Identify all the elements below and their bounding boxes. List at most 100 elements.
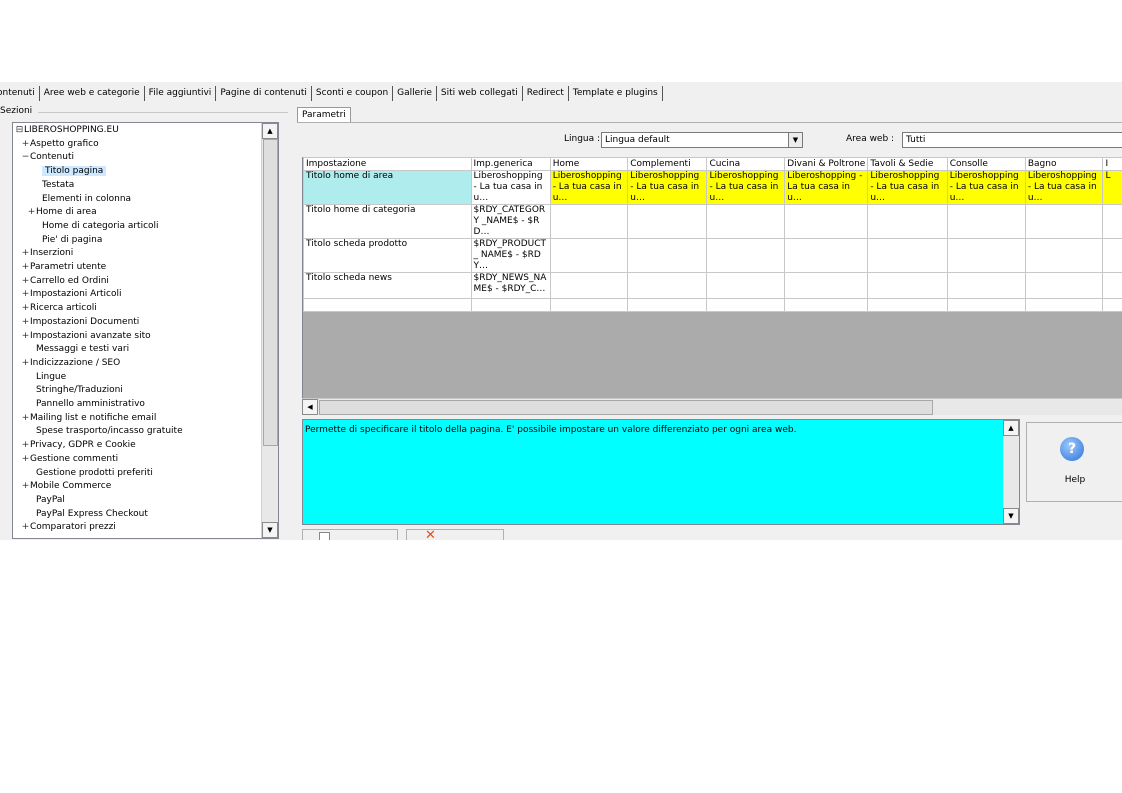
table-cell[interactable]: [1102, 238, 1122, 273]
main-tab[interactable]: Sconti e coupon: [312, 86, 394, 101]
scroll-down-icon[interactable]: ▼: [262, 522, 278, 538]
table-row[interactable]: Titolo scheda news $RDY_NEWS_NA ME$ - $RD…: [303, 272, 1122, 299]
table-row[interactable]: Titolo home di categoria $RDY_CATEGORY _N…: [303, 204, 1122, 239]
expand-icon[interactable]: +: [21, 316, 30, 329]
tree-item[interactable]: PayPal: [27, 494, 65, 507]
lingua-select[interactable]: Lingua default ▼: [601, 132, 803, 148]
table-cell[interactable]: Liberoshopping - La tua casa in u…: [1024, 170, 1104, 205]
main-tab[interactable]: Siti web collegati: [437, 86, 523, 101]
scroll-up-icon[interactable]: ▲: [1003, 420, 1019, 436]
tree-item[interactable]: +Inserzioni: [21, 247, 74, 260]
tree-item[interactable]: +Carrello ed Ordini: [21, 275, 109, 288]
delete-button[interactable]: ✕: [406, 529, 504, 540]
table-cell[interactable]: [1024, 272, 1104, 299]
table-cell[interactable]: Liberoshopping - La tua casa in u…: [784, 170, 869, 205]
table-cell[interactable]: [470, 298, 551, 312]
table-cell[interactable]: [627, 238, 708, 273]
expand-icon[interactable]: +: [21, 247, 30, 260]
main-tab[interactable]: ontenuti: [0, 86, 40, 101]
table-cell[interactable]: Liberoshopping - La tua casa in u…: [867, 170, 948, 205]
table-cell[interactable]: [549, 298, 629, 312]
table-cell[interactable]: [867, 204, 948, 239]
tree-item[interactable]: Pannello amministrativo: [27, 398, 145, 411]
tree-item[interactable]: +Comparatori prezzi: [21, 521, 116, 534]
tree-item[interactable]: +Mobile Commerce: [21, 480, 112, 493]
table-cell[interactable]: Titolo scheda prodotto: [303, 238, 472, 273]
column-header[interactable]: Divani & Poltrone: [784, 157, 869, 171]
tree-item[interactable]: +Parametri utente: [21, 261, 106, 274]
grid-scroll-thumb[interactable]: [319, 400, 933, 415]
column-header[interactable]: Bagno: [1024, 157, 1104, 171]
tree-item[interactable]: +Mailing list e notifiche email: [21, 412, 157, 425]
column-header[interactable]: Imp.generica: [470, 157, 551, 171]
table-cell[interactable]: $RDY_NEWS_NA ME$ - $RDY_C…: [470, 272, 551, 299]
table-cell[interactable]: [549, 272, 629, 299]
tree-item[interactable]: +Aspetto grafico: [21, 138, 99, 151]
table-cell[interactable]: Liberoshopping - La tua casa in u…: [470, 170, 551, 205]
tree-item[interactable]: ⊟LIBEROSHOPPING.EU: [15, 124, 119, 137]
table-cell[interactable]: [549, 238, 629, 273]
tree-item[interactable]: Stringhe/Traduzioni: [27, 384, 123, 397]
sections-tree[interactable]: ⊟LIBEROSHOPPING.EU +Aspetto grafico −Conte…: [12, 122, 279, 539]
table-cell[interactable]: [784, 298, 869, 312]
expand-icon[interactable]: +: [21, 480, 30, 493]
tree-item[interactable]: +Ricerca articoli: [21, 302, 97, 315]
table-cell[interactable]: [867, 272, 948, 299]
scroll-up-icon[interactable]: ▲: [262, 123, 278, 139]
expand-icon[interactable]: −: [21, 151, 30, 164]
table-cell[interactable]: [784, 272, 869, 299]
settings-grid[interactable]: Impostazione Imp.generica Home Complementi C…: [302, 157, 1122, 415]
table-cell[interactable]: [946, 272, 1026, 299]
table-cell[interactable]: [627, 204, 708, 239]
area-web-field[interactable]: Tutti: [902, 132, 1122, 148]
table-cell[interactable]: [1102, 204, 1122, 239]
expand-icon[interactable]: +: [21, 302, 30, 315]
table-cell[interactable]: [706, 204, 786, 239]
table-cell[interactable]: [1024, 298, 1104, 312]
expand-icon[interactable]: +: [21, 521, 30, 534]
grid-hscrollbar[interactable]: ◀: [302, 398, 1122, 415]
table-cell[interactable]: [706, 238, 786, 273]
main-tab[interactable]: Gallerie: [393, 86, 437, 101]
table-cell[interactable]: [706, 298, 786, 312]
table-cell[interactable]: [1024, 238, 1104, 273]
table-cell[interactable]: Liberoshopping - La tua casa in u…: [549, 170, 629, 205]
table-cell[interactable]: [1102, 272, 1122, 299]
table-cell[interactable]: [784, 204, 869, 239]
description-scrollbar[interactable]: ▲ ▼: [1003, 420, 1019, 524]
tree-item[interactable]: Elementi in colonna: [33, 193, 131, 206]
chevron-down-icon[interactable]: ▼: [788, 133, 802, 147]
table-cell[interactable]: Titolo scheda news: [303, 272, 472, 299]
tree-item[interactable]: Titolo pagina: [33, 165, 107, 178]
tree-item[interactable]: −Contenuti: [21, 151, 74, 164]
table-cell[interactable]: [867, 298, 948, 312]
tree-scrollbar[interactable]: ▲ ▼: [261, 123, 278, 538]
table-cell[interactable]: Titolo home di area: [303, 170, 472, 205]
expand-icon[interactable]: +: [21, 138, 30, 151]
table-cell[interactable]: [627, 298, 708, 312]
column-header[interactable]: Complementi: [627, 157, 708, 171]
tree-item[interactable]: Messaggi e testi vari: [27, 343, 129, 356]
table-cell[interactable]: [784, 238, 869, 273]
table-cell[interactable]: Liberoshopping - La tua casa in u…: [627, 170, 708, 205]
table-cell[interactable]: [867, 238, 948, 273]
table-cell[interactable]: $RDY_CATEGORY _NAME$ - $RD…: [470, 204, 551, 239]
main-tab[interactable]: Aree web e categorie: [40, 86, 145, 101]
table-row[interactable]: Titolo scheda prodotto $RDY_PRODUCT_ NAME…: [303, 238, 1122, 273]
tree-item[interactable]: +Privacy, GDPR e Cookie: [21, 439, 136, 452]
table-cell[interactable]: Titolo home di categoria: [303, 204, 472, 239]
tree-item[interactable]: +Impostazioni avanzate sito: [21, 330, 151, 343]
tree-item[interactable]: +Home di area: [27, 206, 97, 219]
tree-scroll-thumb[interactable]: [263, 139, 278, 446]
expand-icon[interactable]: +: [21, 330, 30, 343]
table-row[interactable]: [303, 298, 1122, 312]
table-cell[interactable]: Liberoshopping - La tua casa in u…: [706, 170, 786, 205]
column-header[interactable]: Consolle: [946, 157, 1026, 171]
tree-item[interactable]: Testata: [33, 179, 74, 192]
table-cell[interactable]: [706, 272, 786, 299]
expand-icon[interactable]: ⊟: [15, 124, 24, 137]
main-tab[interactable]: Pagine di contenuti: [216, 86, 312, 101]
expand-icon[interactable]: +: [21, 453, 30, 466]
table-cell[interactable]: [946, 204, 1026, 239]
column-header[interactable]: Tavoli & Sedie: [867, 157, 948, 171]
